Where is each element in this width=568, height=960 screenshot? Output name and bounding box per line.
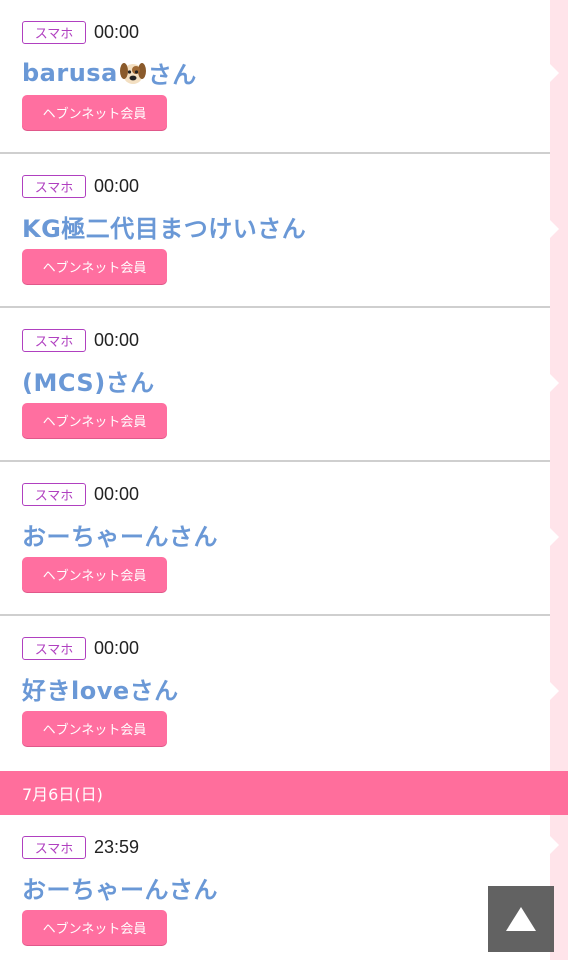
entry-meta: スマホ 00:00 bbox=[22, 174, 139, 199]
scroll-to-top-button[interactable] bbox=[488, 886, 554, 952]
member-button[interactable]: ヘブンネット会員 bbox=[22, 557, 167, 592]
dog-face-icon bbox=[119, 59, 147, 87]
list-item: スマホ 00:00 おーちゃーんさん ヘブンネット会員 bbox=[0, 462, 550, 616]
device-badge: スマホ bbox=[22, 21, 86, 44]
visitor-name[interactable]: KG極二代目まつけいさん bbox=[22, 209, 306, 244]
device-badge: スマホ bbox=[22, 483, 86, 506]
triangle-up-icon bbox=[506, 907, 536, 931]
member-button[interactable]: ヘブンネット会員 bbox=[22, 711, 167, 746]
visitor-name-text: barusa bbox=[22, 58, 118, 87]
entry-meta: スマホ 00:00 bbox=[22, 20, 139, 45]
visitor-name-text: (MCS)さん bbox=[22, 369, 155, 397]
visitor-list: スマホ 00:00 barusa さん ヘブンネット会員 スマホ 00:00 K… bbox=[0, 0, 550, 770]
visitor-name[interactable]: (MCS)さん bbox=[22, 363, 155, 398]
visit-time: 00:00 bbox=[94, 638, 140, 658]
decorative-zigzag-strip bbox=[550, 0, 568, 960]
visitor-list-next-day: スマホ 23:59 おーちゃーんさん ヘブンネット会員 bbox=[0, 815, 550, 960]
member-button[interactable]: ヘブンネット会員 bbox=[22, 249, 167, 284]
entry-meta: スマホ 23:59 bbox=[22, 835, 139, 860]
date-divider: 7月6日(日) bbox=[0, 771, 568, 815]
list-item: スマホ 00:00 好きloveさん ヘブンネット会員 bbox=[0, 616, 550, 770]
visit-time: 00:00 bbox=[94, 484, 140, 504]
list-item: スマホ 00:00 (MCS)さん ヘブンネット会員 bbox=[0, 308, 550, 462]
visitor-name-text: 好きloveさん bbox=[22, 677, 179, 705]
member-button[interactable]: ヘブンネット会員 bbox=[22, 95, 167, 130]
visitor-name[interactable]: おーちゃーんさん bbox=[22, 517, 218, 552]
list-item: スマホ 23:59 おーちゃーんさん ヘブンネット会員 bbox=[0, 815, 550, 960]
visitor-name-text: おーちゃーんさん bbox=[22, 876, 218, 904]
entry-meta: スマホ 00:00 bbox=[22, 482, 139, 507]
zigzag-notch bbox=[550, 64, 559, 82]
zigzag-notch bbox=[550, 220, 559, 238]
member-button[interactable]: ヘブンネット会員 bbox=[22, 403, 167, 438]
device-badge: スマホ bbox=[22, 329, 86, 352]
list-item: スマホ 00:00 KG極二代目まつけいさん ヘブンネット会員 bbox=[0, 154, 550, 308]
device-badge: スマホ bbox=[22, 836, 86, 859]
visit-time: 00:00 bbox=[94, 330, 140, 350]
member-button[interactable]: ヘブンネット会員 bbox=[22, 910, 167, 945]
visit-time: 23:59 bbox=[94, 837, 140, 857]
visitor-name-text: おーちゃーんさん bbox=[22, 523, 218, 551]
visitor-name-suffix: さん bbox=[147, 61, 197, 89]
device-badge: スマホ bbox=[22, 175, 86, 198]
list-item: スマホ 00:00 barusa さん ヘブンネット会員 bbox=[0, 0, 550, 154]
zigzag-notch bbox=[550, 836, 559, 854]
visitor-name[interactable]: 好きloveさん bbox=[22, 671, 179, 706]
zigzag-notch bbox=[550, 374, 559, 392]
zigzag-notch bbox=[550, 528, 559, 546]
entry-meta: スマホ 00:00 bbox=[22, 636, 139, 661]
visit-time: 00:00 bbox=[94, 22, 140, 42]
visitor-name[interactable]: おーちゃーんさん bbox=[22, 870, 218, 905]
zigzag-notch bbox=[550, 682, 559, 700]
device-badge: スマホ bbox=[22, 637, 86, 660]
entry-meta: スマホ 00:00 bbox=[22, 328, 139, 353]
visitor-name[interactable]: barusa さん bbox=[22, 55, 197, 90]
visit-time: 00:00 bbox=[94, 176, 140, 196]
visitor-name-text: KG極二代目まつけいさん bbox=[22, 215, 307, 243]
